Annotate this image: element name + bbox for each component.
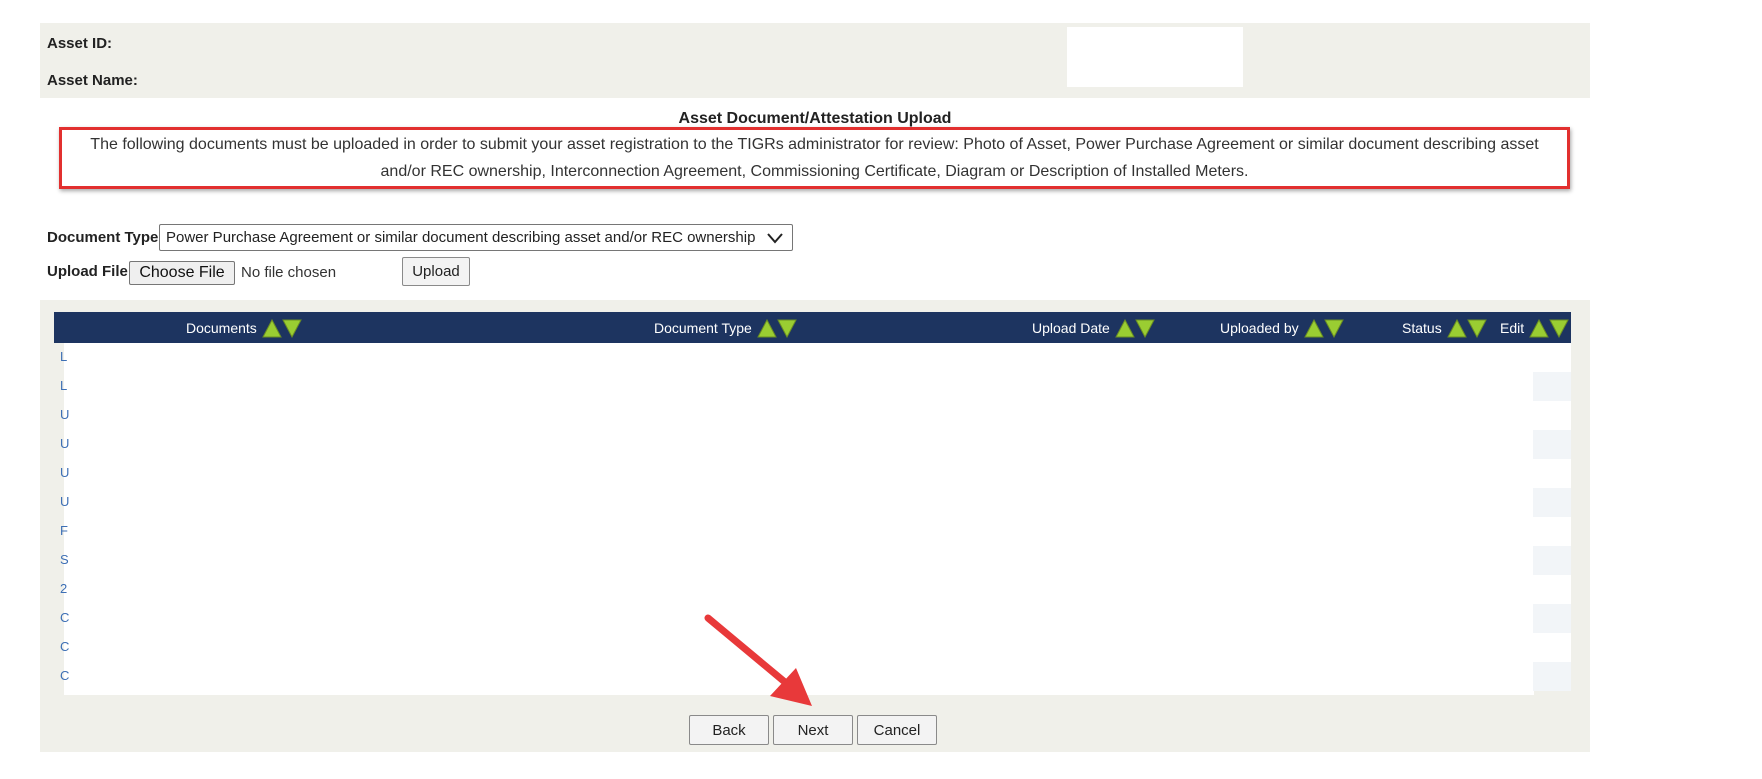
column-header-documents[interactable]: Documents (186, 312, 302, 343)
sort-arrows-icon (261, 318, 302, 338)
document-link[interactable]: U (60, 465, 69, 480)
asset-redacted-area (1067, 27, 1243, 87)
document-type-label: Document Type: (47, 229, 164, 246)
edit-cell[interactable] (1533, 546, 1571, 575)
edit-cell[interactable] (1533, 662, 1571, 691)
sort-icon[interactable] (1529, 318, 1569, 338)
asset-name-label: Asset Name: (47, 72, 138, 89)
document-link[interactable]: C (60, 668, 69, 683)
edit-cell[interactable] (1533, 633, 1571, 662)
cancel-button[interactable]: Cancel (857, 715, 937, 745)
sort-icon[interactable] (261, 318, 302, 338)
sort-arrows-icon (1114, 318, 1155, 338)
asset-id-label: Asset ID: (47, 35, 113, 52)
document-link[interactable]: L (60, 349, 67, 364)
edit-cell[interactable] (1533, 343, 1571, 372)
choose-file-button[interactable]: Choose File (129, 261, 235, 285)
document-link[interactable]: U (60, 494, 69, 509)
next-button[interactable]: Next (773, 715, 853, 745)
document-type-selected-value: Power Purchase Agreement or similar docu… (166, 229, 756, 246)
document-link[interactable]: 2 (60, 581, 67, 596)
column-header-uploaded-by[interactable]: Uploaded by (1220, 312, 1344, 343)
notice-text: The following documents must be uploaded… (90, 136, 1539, 180)
sort-arrows-icon (756, 318, 797, 338)
column-header-status[interactable]: Status (1402, 312, 1487, 343)
required-documents-notice: The following documents must be uploaded… (59, 127, 1570, 189)
edit-cell[interactable] (1533, 430, 1571, 459)
sort-arrows-icon (1529, 318, 1569, 338)
sort-icon[interactable] (1303, 318, 1344, 338)
edit-cell[interactable] (1533, 372, 1571, 401)
documents-grid-header: Documents Document Type Upload Date Uplo… (54, 312, 1571, 343)
edit-cell[interactable] (1533, 517, 1571, 546)
back-button[interactable]: Back (689, 715, 769, 745)
upload-button[interactable]: Upload (402, 257, 470, 286)
edit-cell[interactable] (1533, 401, 1571, 430)
document-link[interactable]: U (60, 407, 69, 422)
column-header-edit[interactable]: Edit (1500, 312, 1569, 343)
column-header-upload-date[interactable]: Upload Date (1032, 312, 1155, 343)
edit-cell[interactable] (1533, 459, 1571, 488)
document-type-select[interactable]: Power Purchase Agreement or similar docu… (159, 224, 793, 251)
sort-icon[interactable] (1114, 318, 1155, 338)
document-link[interactable]: L (60, 378, 67, 393)
sort-arrows-icon (1303, 318, 1344, 338)
chevron-down-icon (767, 233, 783, 244)
edit-cell[interactable] (1533, 488, 1571, 517)
no-file-chosen-text: No file chosen (241, 264, 337, 281)
sort-icon[interactable] (1446, 318, 1487, 338)
document-link[interactable]: C (60, 639, 69, 654)
edit-cell[interactable] (1533, 575, 1571, 604)
sort-arrows-icon (1446, 318, 1487, 338)
annotation-arrow-icon (704, 614, 812, 706)
edit-cell[interactable] (1533, 604, 1571, 633)
section-heading: Asset Document/Attestation Upload (678, 110, 952, 127)
sort-icon[interactable] (756, 318, 797, 338)
document-link[interactable]: F (60, 523, 68, 538)
upload-file-label: Upload File: (47, 263, 133, 280)
document-link[interactable]: S (60, 552, 69, 567)
asset-info-panel (40, 23, 1590, 98)
document-link[interactable]: U (60, 436, 69, 451)
column-header-document-type[interactable]: Document Type (654, 312, 797, 343)
document-link[interactable]: C (60, 610, 69, 625)
